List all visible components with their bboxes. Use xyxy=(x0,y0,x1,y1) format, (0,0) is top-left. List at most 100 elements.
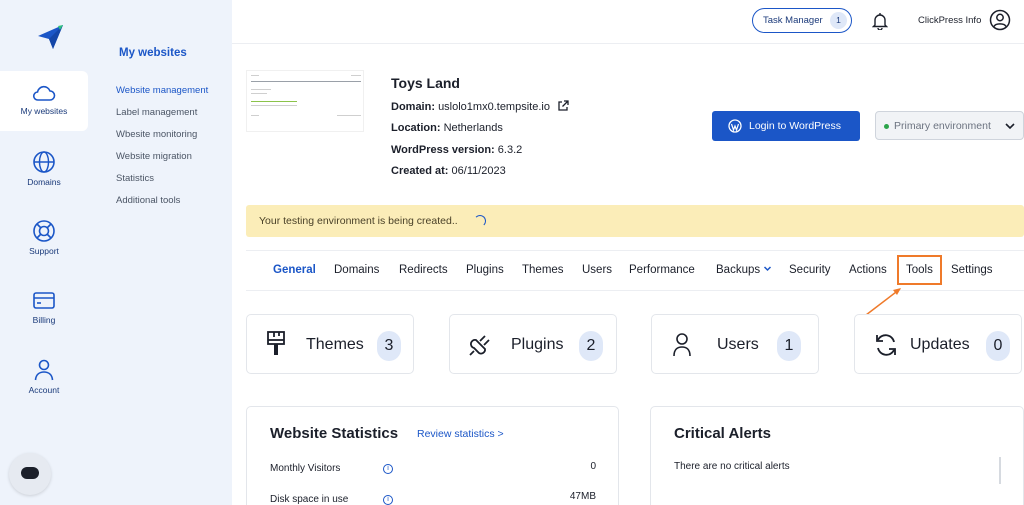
themes-card-label: Themes xyxy=(306,336,364,353)
plugins-card-label: Plugins xyxy=(511,336,564,353)
task-manager-button[interactable]: Task Manager 1 xyxy=(752,8,852,33)
review-statistics-link[interactable]: Review statistics > xyxy=(417,428,504,440)
tab-backups[interactable]: Backups xyxy=(716,264,772,276)
login-wordpress-button[interactable]: Login to WordPress xyxy=(712,111,860,141)
tab-backups-label: Backups xyxy=(716,264,761,276)
alerts-message: There are no critical alerts xyxy=(674,461,790,472)
tab-performance[interactable]: Performance xyxy=(629,264,695,276)
top-bar: Task Manager 1 ClickPress Info xyxy=(232,0,1024,44)
critical-alerts-panel: Critical Alerts There are no critical al… xyxy=(650,406,1024,505)
wp-version-value: 6.3.2 xyxy=(497,144,523,156)
users-count-badge: 1 xyxy=(777,331,801,361)
stat-label-monthly-visitors: Monthly Visitors xyxy=(270,463,341,474)
environment-select[interactable]: Primary environment xyxy=(875,111,1024,140)
task-count-badge: 1 xyxy=(830,12,847,29)
environment-label: Primary environment xyxy=(894,120,991,132)
updates-card-label: Updates xyxy=(910,336,970,353)
tab-themes[interactable]: Themes xyxy=(522,264,564,276)
cloud-icon xyxy=(32,85,56,101)
themes-card[interactable]: Themes 3 xyxy=(246,314,414,374)
notice-text: Your testing environment is being create… xyxy=(259,215,458,227)
tab-settings[interactable]: Settings xyxy=(951,264,993,276)
user-icon xyxy=(673,333,691,357)
created-value: 06/11/2023 xyxy=(451,165,506,177)
login-wordpress-label: Login to WordPress xyxy=(749,120,842,132)
subnav-item-statistics[interactable]: Statistics xyxy=(116,173,154,184)
sidebar-item-billing[interactable]: Billing xyxy=(0,290,88,350)
sidebar-item-support[interactable]: Support xyxy=(0,219,88,279)
domain-label: Domain: xyxy=(391,101,435,113)
alerts-title: Critical Alerts xyxy=(674,425,771,442)
info-icon[interactable]: i xyxy=(383,464,393,474)
subnav-item-website-management[interactable]: Website management xyxy=(116,85,208,96)
updates-count-badge: 0 xyxy=(986,331,1010,361)
domain-row: Domain: uslolo1mx0.tempsite.io xyxy=(391,100,569,113)
loading-spinner-icon xyxy=(474,215,486,227)
wordpress-icon xyxy=(728,119,742,133)
primary-sidebar: My websites Domains Support Billing Acco… xyxy=(0,0,101,505)
tab-domains[interactable]: Domains xyxy=(334,264,379,276)
subnav-item-website-monitoring[interactable]: Wbesite monitoring xyxy=(116,129,197,140)
subnav-item-additional-tools[interactable]: Additional tools xyxy=(116,195,180,206)
sidebar-item-my-websites[interactable]: My websites xyxy=(0,71,88,131)
sidebar-item-label: Billing xyxy=(32,315,56,325)
user-icon xyxy=(34,359,54,381)
wp-version-label: WordPress version: xyxy=(391,144,495,156)
chevron-down-icon xyxy=(1005,123,1015,130)
location-row: Location: Netherlands xyxy=(391,122,503,134)
testing-env-notice: Your testing environment is being create… xyxy=(246,205,1024,237)
subnav-item-label-management[interactable]: Label management xyxy=(116,107,197,118)
tab-plugins[interactable]: Plugins xyxy=(466,264,504,276)
users-card-label: Users xyxy=(717,336,759,353)
tab-redirects[interactable]: Redirects xyxy=(399,264,448,276)
sidebar-item-label: My websites xyxy=(20,106,68,116)
stat-value-monthly-visitors: 0 xyxy=(590,461,596,472)
wp-version-row: WordPress version: 6.3.2 xyxy=(391,144,522,156)
sidebar-item-account[interactable]: Account xyxy=(0,358,88,418)
domain-value[interactable]: uslolo1mx0.tempsite.io xyxy=(438,101,550,113)
chat-icon[interactable] xyxy=(9,453,51,495)
statistics-title: Website Statistics xyxy=(270,425,399,442)
updates-card[interactable]: Updates 0 xyxy=(854,314,1022,374)
plugins-card[interactable]: Plugins 2 xyxy=(449,314,617,374)
stat-label-disk-space: Disk space in use xyxy=(270,494,349,505)
tools-highlight-box xyxy=(897,255,942,285)
sidebar-item-label: Domains xyxy=(27,177,61,187)
location-value: Netherlands xyxy=(443,122,503,134)
plugins-count-badge: 2 xyxy=(579,331,603,361)
created-row: Created at: 06/11/2023 xyxy=(391,165,506,177)
site-thumbnail[interactable] xyxy=(246,70,364,132)
plug-icon xyxy=(469,335,490,356)
sidebar-item-label: Account xyxy=(28,385,60,395)
status-dot xyxy=(884,124,889,129)
tab-security[interactable]: Security xyxy=(789,264,831,276)
subnav-title: My websites xyxy=(119,47,187,59)
tab-actions[interactable]: Actions xyxy=(849,264,887,276)
secondary-sidebar: My websites Website management Label man… xyxy=(101,0,232,505)
website-statistics-panel: Website Statistics Review statistics > M… xyxy=(246,406,619,505)
paint-brush-icon xyxy=(267,331,285,355)
refresh-icon xyxy=(876,334,896,356)
avatar-icon[interactable] xyxy=(989,9,1011,31)
logo-icon[interactable] xyxy=(36,24,64,50)
external-link-icon[interactable] xyxy=(557,100,569,112)
sidebar-item-domains[interactable]: Domains xyxy=(0,150,88,210)
info-icon[interactable]: i xyxy=(383,495,393,505)
account-name[interactable]: ClickPress Info xyxy=(918,15,981,26)
alerts-scrollbar[interactable] xyxy=(999,457,1001,484)
bell-icon[interactable] xyxy=(872,12,888,30)
themes-count-badge: 3 xyxy=(377,331,401,361)
app-root: My websites Domains Support Billing Acco… xyxy=(0,0,1024,505)
tab-users[interactable]: Users xyxy=(582,264,612,276)
stat-value-disk-space: 47MB xyxy=(569,491,596,502)
users-card[interactable]: Users 1 xyxy=(651,314,819,374)
chevron-down-icon xyxy=(764,266,772,272)
site-title: Toys Land xyxy=(391,75,460,91)
created-label: Created at: xyxy=(391,165,449,177)
tab-general[interactable]: General xyxy=(273,264,316,276)
task-manager-label: Task Manager xyxy=(763,15,823,26)
subnav-item-website-migration[interactable]: Website migration xyxy=(116,151,192,162)
credit-card-icon xyxy=(33,292,55,309)
location-label: Location: xyxy=(391,122,441,134)
lifebuoy-icon xyxy=(33,220,55,242)
